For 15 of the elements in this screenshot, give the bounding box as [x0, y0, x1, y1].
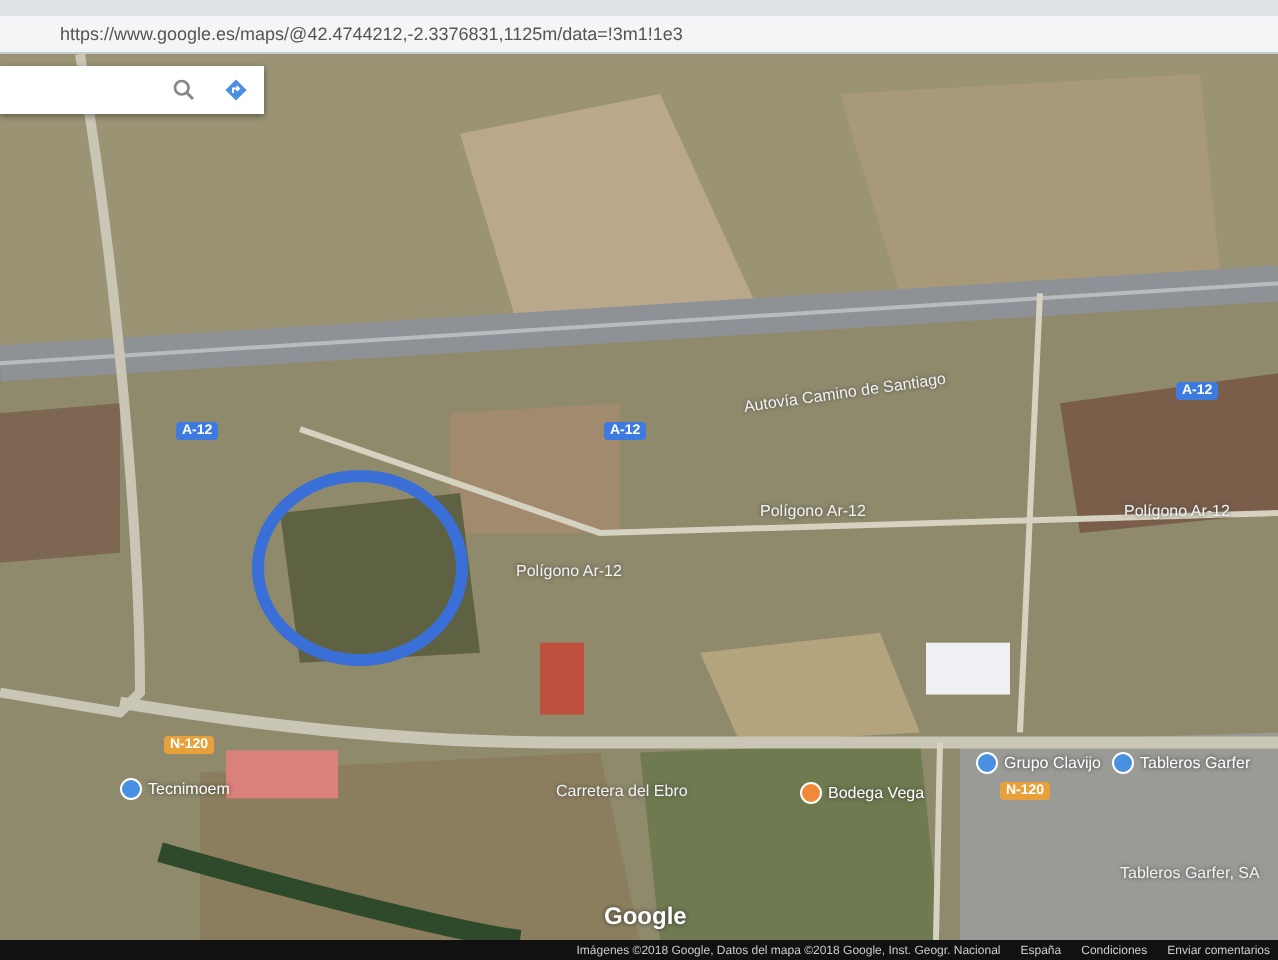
url-text: https://www.google.es/maps/@42.4744212,-2.3376831,1125m/data=!3m1!1e3 [60, 24, 683, 44]
address-bar[interactable]: https://www.google.es/maps/@42.4744212,-2.3376831,1125m/data=!3m1!1e3 [0, 16, 1278, 54]
road-label: Carretera del Ebro [556, 782, 688, 800]
place-label[interactable]: Tecnimoem [148, 780, 230, 798]
place-label[interactable]: Tableros Garfer [1140, 754, 1251, 772]
search-icon[interactable] [172, 78, 196, 102]
road-label: Polígono Ar-12 [516, 562, 622, 580]
google-logo: Google [604, 902, 687, 930]
road-label: Autovía Camino de Santiago [742, 369, 947, 416]
place-label[interactable]: Grupo Clavijo [1004, 754, 1101, 772]
place-label[interactable]: Bodega Vega [828, 784, 925, 802]
search-box[interactable] [0, 66, 264, 114]
road-label: Tableros Garfer, SA [1120, 864, 1260, 882]
directions-icon[interactable] [224, 78, 248, 102]
road-label: Polígono Ar-12 [760, 502, 866, 520]
